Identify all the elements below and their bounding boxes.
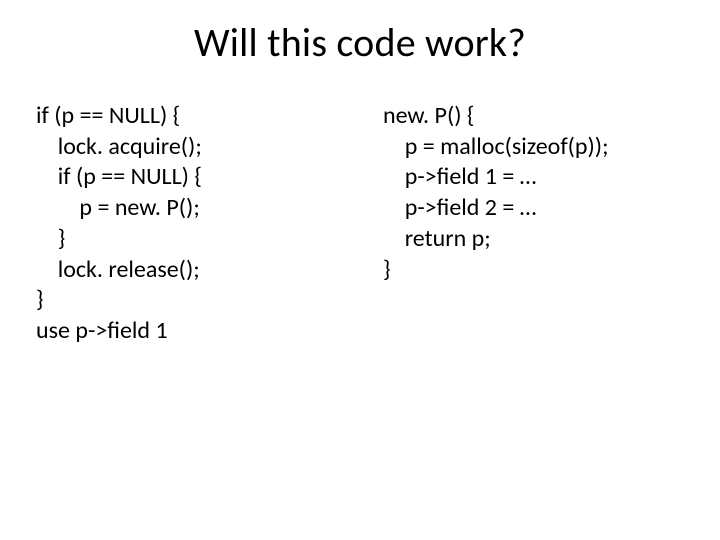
code-line: return p; [383, 224, 491, 253]
code-line: new. P() { [383, 101, 474, 130]
code-right-column: new. P() { p = malloc(sizeof(p)); p->fie… [377, 101, 684, 347]
code-line: p = new. P(); [36, 193, 200, 222]
slide: Will this code work? if (p == NULL) { lo… [0, 0, 720, 540]
code-left-column: if (p == NULL) { lock. acquire(); if (p … [36, 101, 337, 347]
code-line: lock. release(); [36, 255, 200, 284]
code-line: } [383, 255, 391, 284]
code-line: if (p == NULL) { [36, 162, 202, 191]
code-line: if (p == NULL) { [36, 101, 180, 130]
code-columns: if (p == NULL) { lock. acquire(); if (p … [36, 101, 684, 347]
code-line: } [36, 224, 65, 253]
code-line: p = malloc(sizeof(p)); [383, 132, 609, 161]
code-line: use p->field 1 [36, 316, 168, 345]
code-line: p->field 2 = … [383, 193, 536, 222]
code-line: p->field 1 = … [383, 162, 536, 191]
code-line: lock. acquire(); [36, 132, 202, 161]
code-line: } [36, 285, 44, 314]
slide-title: Will this code work? [36, 18, 684, 67]
